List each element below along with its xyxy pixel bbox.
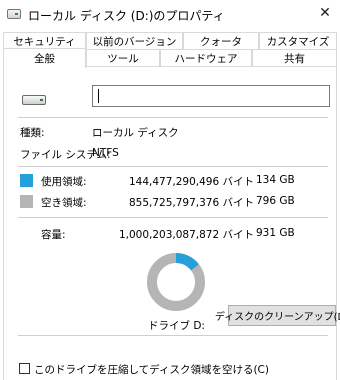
type-label: 種類: — [20, 127, 45, 139]
tab-customize[interactable]: カスタマイズ — [259, 32, 337, 50]
tab-sharing[interactable]: 共有 — [252, 49, 337, 67]
used-space-label: 使用領域: — [41, 176, 87, 188]
separator — [18, 335, 328, 336]
tab-hardware[interactable]: ハードウェア — [160, 49, 252, 67]
window-title: ローカル ディスク (D:)のプロパティ — [28, 9, 225, 23]
hard-drive-icon — [22, 94, 46, 106]
free-space-swatch — [20, 195, 33, 208]
drive-letter-label: ドライブ D: — [148, 320, 205, 332]
close-button[interactable]: ✕ — [312, 0, 338, 26]
tab-previous-versions[interactable]: 以前のバージョン — [86, 32, 183, 50]
used-space-gb: 134 GB — [256, 174, 295, 186]
tab-quota[interactable]: クォータ — [183, 32, 259, 50]
capacity-label: 容量: — [41, 229, 66, 241]
capacity-gb: 931 GB — [256, 227, 295, 239]
separator — [18, 166, 328, 167]
text-caret — [98, 89, 99, 103]
separator — [18, 117, 328, 118]
drive-title-icon — [7, 9, 21, 19]
disk-cleanup-button[interactable]: ディスクのクリーンアップ(D) — [215, 305, 340, 326]
disk-usage-donut — [147, 253, 205, 311]
used-space-bytes: 144,477,290,496 バイト — [128, 176, 254, 188]
general-panel: 種類: ローカル ディスク ファイル システム: NTFS 使用領域: 144,… — [3, 66, 340, 380]
type-value: ローカル ディスク — [92, 127, 179, 139]
compress-drive-label[interactable]: このドライブを圧縮してディスク領域を空ける(C) — [34, 362, 269, 377]
free-space-bytes: 855,725,797,376 バイト — [128, 197, 254, 209]
drive-name-input[interactable] — [92, 85, 330, 107]
compress-drive-checkbox[interactable] — [19, 363, 30, 374]
title-bar: ローカル ディスク (D:)のプロパティ ✕ — [0, 0, 340, 30]
tab-general[interactable]: 全般 — [3, 48, 86, 68]
used-space-swatch — [20, 174, 33, 187]
capacity-bytes: 1,000,203,087,872 バイト — [118, 229, 254, 241]
filesystem-value: NTFS — [92, 147, 119, 159]
free-space-label: 空き領域: — [41, 197, 87, 209]
separator — [18, 217, 328, 218]
free-space-gb: 796 GB — [256, 195, 295, 207]
tab-tools[interactable]: ツール — [86, 49, 160, 67]
